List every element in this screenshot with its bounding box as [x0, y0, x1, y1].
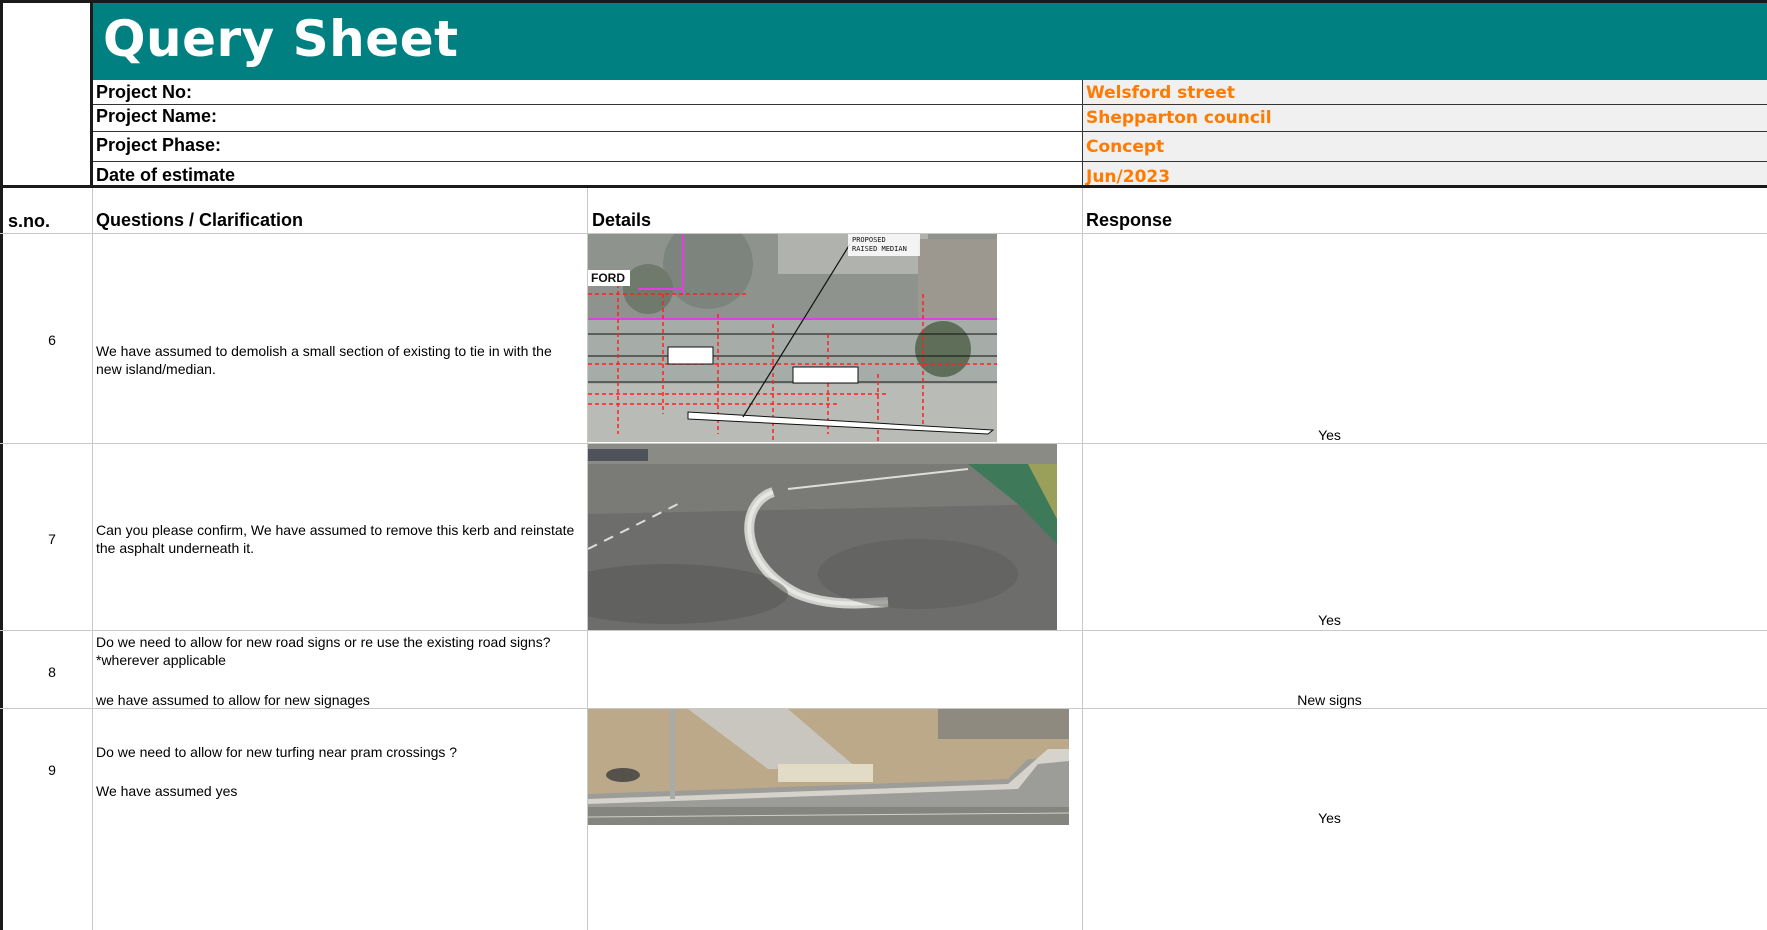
col-header-sno: s.no.	[8, 211, 51, 231]
row-9-response[interactable]: Yes	[1082, 810, 1577, 826]
project-no-value[interactable]: Welsford street	[1086, 83, 1235, 103]
plan-label-raised-median: RAISED MEDIAN	[852, 245, 907, 253]
row-9-assumption: We have assumed yes	[96, 783, 238, 799]
project-phase-value[interactable]: Concept	[1086, 137, 1164, 157]
row-6-response[interactable]: Yes	[1082, 427, 1577, 443]
page-title: Query Sheet	[103, 10, 459, 68]
divider	[92, 161, 1767, 162]
row-9-question: Do we need to allow for new turfing near…	[96, 744, 458, 760]
frame-top	[0, 0, 1767, 3]
col-header-questions: Questions / Clarification	[96, 210, 304, 230]
project-name-label: Project Name:	[96, 106, 218, 126]
row-7-response[interactable]: Yes	[1082, 612, 1577, 628]
frame-inner	[90, 0, 93, 188]
col-header-response: Response	[1086, 210, 1173, 230]
row-7-sno: 7	[48, 531, 56, 547]
divider	[1082, 80, 1083, 187]
divider	[92, 104, 1767, 105]
frame-left	[0, 0, 3, 930]
row-8-sno: 8	[48, 664, 56, 680]
kerb-photo-image	[588, 444, 1057, 630]
kerb-photo-svg	[588, 444, 1057, 630]
plan-label-proposed: PROPOSED	[852, 236, 886, 244]
row-8-response[interactable]: New signs	[1082, 692, 1577, 708]
grid-line	[0, 630, 1767, 631]
plan-drawing-image: FORD PROPOSED RAISED MEDIAN	[588, 234, 997, 442]
row-8-assumption: we have assumed to allow for new signage…	[96, 692, 370, 708]
divider	[92, 131, 1767, 132]
grid-line	[92, 188, 93, 930]
row-8-question: Do we need to allow for new road signs o…	[96, 634, 551, 668]
plan-label-ford: FORD	[591, 271, 625, 285]
date-of-estimate-value[interactable]: Jun/2023	[1086, 167, 1170, 187]
frame-mid	[0, 185, 1767, 188]
date-of-estimate-label: Date of estimate	[96, 165, 236, 185]
pram-crossing-photo-svg	[588, 709, 1069, 825]
project-name-value[interactable]: Shepparton council	[1086, 108, 1272, 128]
col-header-details: Details	[592, 210, 652, 230]
project-phase-label: Project Phase:	[96, 135, 222, 155]
project-no-label: Project No:	[96, 82, 193, 102]
row-6-question: We have assumed to demolish a small sect…	[96, 343, 552, 377]
pram-crossing-photo-image	[588, 709, 1069, 825]
plan-drawing-svg: FORD PROPOSED RAISED MEDIAN	[588, 234, 997, 442]
row-9-sno: 9	[48, 762, 56, 778]
row-7-question: Can you please confirm, We have assumed …	[96, 522, 575, 556]
row-6-sno: 6	[48, 332, 56, 348]
